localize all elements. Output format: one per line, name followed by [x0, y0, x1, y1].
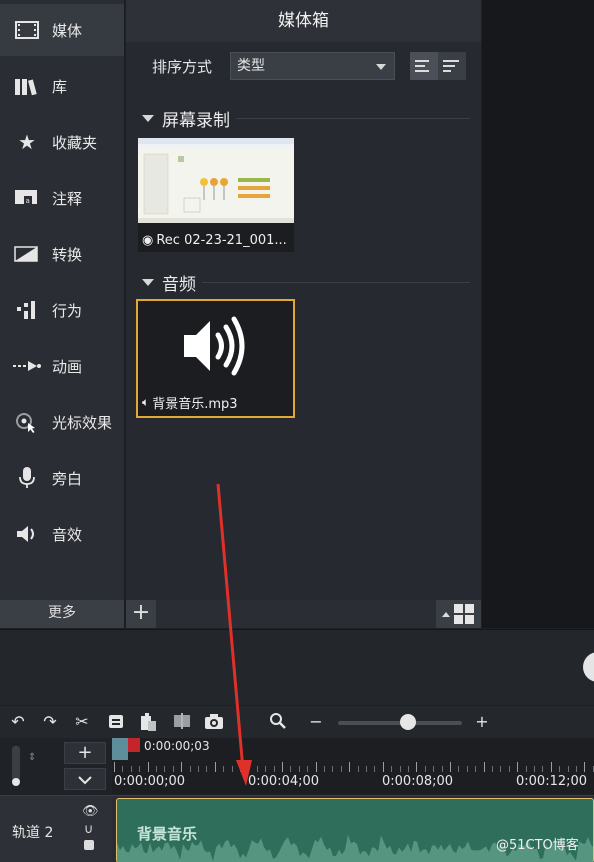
zoom-indicator-icon: ⇕: [28, 752, 37, 763]
sidebar-item-label: 光标效果: [52, 413, 113, 432]
collapse-triangle-icon: [142, 279, 154, 286]
media-item-recording[interactable]: ◉ Rec 02-23-21_001...: [138, 138, 294, 252]
bin-footer: +: [126, 600, 481, 628]
section-audio[interactable]: 音频: [142, 270, 196, 295]
sidebar: 媒体 库 ★ 收藏夹 a 注释 转换 行为 动画 光标效果 旁白 音效 更多: [0, 0, 125, 628]
speaker-icon: [184, 316, 245, 376]
sidebar-item-narration[interactable]: 旁白: [0, 452, 124, 504]
chevron-down-icon: [376, 64, 386, 70]
audio-effect-icon: [12, 521, 42, 547]
sidebar-item-transitions[interactable]: 转换: [0, 228, 124, 280]
collapse-tracks-button[interactable]: [64, 768, 106, 790]
sidebar-item-animations[interactable]: 动画: [0, 340, 124, 392]
add-media-button[interactable]: +: [126, 600, 156, 628]
sidebar-item-media[interactable]: 媒体: [0, 4, 124, 56]
track-height-knob[interactable]: [12, 778, 20, 786]
divider: [236, 118, 470, 119]
sort-value: 类型: [237, 58, 265, 74]
watermark: @51CTO博客: [496, 838, 579, 853]
magnet-icon[interactable]: ∪: [84, 822, 94, 837]
camera-icon[interactable]: [204, 712, 224, 732]
zoom-search-icon[interactable]: [268, 712, 288, 732]
add-track-button[interactable]: +: [64, 742, 106, 764]
small-speaker-icon: 🔈︎: [142, 395, 150, 409]
sidebar-item-annotations[interactable]: a 注释: [0, 172, 124, 224]
sidebar-item-label: 媒体: [52, 21, 83, 40]
sidebar-item-label: 音效: [52, 525, 83, 544]
details-view-button[interactable]: [410, 52, 438, 80]
lock-icon[interactable]: [84, 840, 94, 850]
cut-icon[interactable]: ✂: [72, 712, 92, 732]
recording-icon: ◉: [142, 233, 154, 248]
chevron-down-icon: [78, 776, 92, 785]
sort-dropdown[interactable]: 类型: [230, 52, 395, 80]
ruler-label: 0:00:12;00: [516, 774, 588, 789]
grid-icon: [442, 604, 474, 624]
clip-title: 背景音乐: [137, 825, 198, 843]
track-header: 轨道 2 👁︎ ∪: [0, 795, 112, 862]
timeline-ruler[interactable]: 0:00:00;03 0:00:00;00 0:00:04;00 0:00:08…: [112, 738, 594, 794]
timeline-controls: ⇕ +: [0, 738, 112, 794]
redo-icon[interactable]: ↷: [40, 712, 60, 732]
undo-icon[interactable]: ↶: [8, 712, 28, 732]
ruler-label: 0:00:00;00: [114, 774, 186, 789]
sidebar-item-behaviors[interactable]: 行为: [0, 284, 124, 336]
divider: [202, 282, 470, 283]
play-control-icon[interactable]: [583, 652, 594, 682]
zoom-slider-handle[interactable]: [400, 714, 416, 730]
split-icon[interactable]: [172, 712, 192, 732]
star-icon: ★: [18, 130, 36, 154]
sidebar-item-label: 注释: [52, 189, 83, 208]
playhead[interactable]: [112, 738, 128, 760]
behavior-icon: [12, 297, 42, 323]
preview-canvas[interactable]: [482, 0, 594, 628]
section-screen-recordings[interactable]: 屏幕录制: [142, 106, 230, 131]
collapse-triangle-icon: [142, 115, 154, 122]
media-bin-panel: 媒体箱 排序方式 类型 屏幕录制 ◉ Rec 02-23-21_001... 音…: [126, 0, 481, 628]
media-item-audio-selected[interactable]: 🔈︎ 背景音乐.mp3: [136, 299, 295, 418]
sidebar-item-favorites[interactable]: ★ 收藏夹: [0, 116, 124, 168]
microphone-icon: [12, 465, 42, 491]
cursor-effect-icon: [12, 409, 42, 435]
recording-thumbnail: [138, 138, 294, 223]
zoom-out-button[interactable]: −: [306, 712, 326, 732]
library-icon: [12, 73, 42, 99]
annotation-icon: a: [12, 185, 42, 211]
film-icon: [12, 17, 42, 43]
sidebar-item-cursor-effects[interactable]: 光标效果: [0, 396, 124, 448]
sidebar-item-label: 行为: [52, 301, 83, 320]
playhead-time: 0:00:00;03: [144, 739, 210, 753]
timeline-toolbar: ↶ ↷ ✂ − +: [0, 706, 594, 738]
sort-order-button[interactable]: [438, 52, 466, 80]
media-item-label: 🔈︎ 背景音乐.mp3: [142, 393, 238, 412]
sidebar-item-library[interactable]: 库: [0, 60, 124, 112]
sidebar-item-label: 旁白: [52, 469, 83, 488]
section-title: 音频: [162, 275, 196, 295]
sidebar-item-label: 动画: [52, 357, 83, 376]
sidebar-item-label: 收藏夹: [52, 133, 98, 152]
recording-filename: Rec 02-23-21_001...: [156, 233, 287, 248]
paste-icon[interactable]: [138, 712, 158, 732]
sort-label: 排序方式: [152, 58, 213, 76]
transition-icon: [12, 241, 42, 267]
eye-icon[interactable]: 👁︎: [82, 804, 99, 819]
audio-filename: 背景音乐.mp3: [152, 397, 238, 412]
track-label: 轨道 2: [12, 825, 54, 841]
animation-icon: [12, 353, 42, 379]
ruler-label: 0:00:04;00: [248, 774, 320, 789]
copy-icon[interactable]: [106, 712, 126, 732]
view-options-button[interactable]: [436, 600, 481, 628]
zoom-in-button[interactable]: +: [472, 712, 492, 732]
panel-title: 媒体箱: [126, 0, 481, 42]
sidebar-item-audio-effects[interactable]: 音效: [0, 508, 124, 560]
sidebar-item-label: 库: [52, 77, 68, 96]
playback-strip: [0, 629, 594, 705]
playhead-marker: [128, 738, 140, 752]
sidebar-item-label: 转换: [52, 245, 83, 264]
media-item-label: ◉ Rec 02-23-21_001...: [142, 233, 287, 248]
section-title: 屏幕录制: [162, 111, 230, 131]
ruler-label: 0:00:08;00: [382, 774, 454, 789]
more-button[interactable]: 更多: [0, 600, 124, 628]
svg-text:a: a: [26, 197, 30, 205]
